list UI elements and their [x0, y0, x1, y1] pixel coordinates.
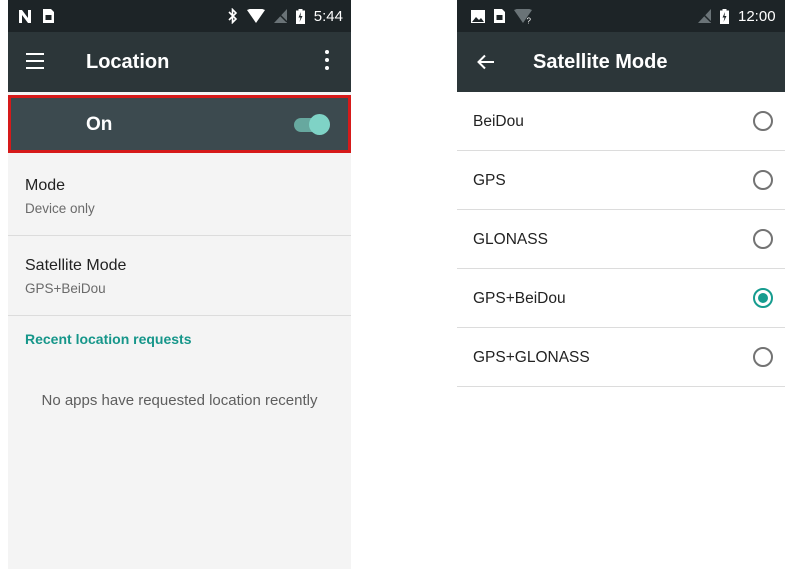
option-gps-beidou[interactable]: GPS+BeiDou	[457, 269, 785, 328]
radio-button[interactable]	[753, 111, 773, 131]
n-logo-icon	[19, 9, 31, 23]
option-label: BeiDou	[473, 113, 524, 130]
mode-title: Mode	[25, 177, 66, 194]
mode-preference[interactable]: Mode Device only	[8, 156, 351, 236]
option-beidou[interactable]: BeiDou	[457, 92, 785, 151]
image-icon	[471, 9, 485, 23]
option-glonass[interactable]: GLONASS	[457, 210, 785, 269]
option-label: GPS	[473, 172, 506, 189]
location-toggle[interactable]	[294, 114, 330, 135]
radio-button[interactable]	[753, 170, 773, 190]
no-sim-icon	[698, 9, 711, 23]
bluetooth-icon	[228, 8, 237, 24]
option-gps-glonass[interactable]: GPS+GLONASS	[457, 328, 785, 387]
radio-button[interactable]	[753, 229, 773, 249]
notification-icons: ?	[471, 0, 534, 32]
option-label: GPS+GLONASS	[473, 349, 590, 366]
sim-card-icon	[43, 9, 54, 23]
page-title: Satellite Mode	[533, 50, 668, 73]
recent-requests-header: Recent location requests	[25, 331, 192, 347]
no-sim-icon	[273, 9, 287, 23]
option-label: GPS+BeiDou	[473, 290, 566, 307]
back-arrow-icon[interactable]	[477, 54, 495, 70]
battery-charging-icon	[295, 8, 305, 24]
system-status-icons: 12:00	[698, 0, 776, 32]
toolbar: Satellite Mode	[457, 32, 785, 92]
wifi-icon	[246, 9, 265, 23]
option-label: GLONASS	[473, 231, 548, 248]
page-title: Location	[86, 50, 170, 73]
location-master-switch-bar[interactable]: On	[8, 95, 351, 153]
sim-card-icon	[494, 9, 505, 23]
radio-button[interactable]	[753, 347, 773, 367]
satellite-mode-screen: ? 12:00 Satellite Mode BeiDou GPS GLONAS…	[457, 0, 785, 569]
option-gps[interactable]: GPS	[457, 151, 785, 210]
satellite-mode-summary: GPS+BeiDou	[25, 281, 106, 296]
status-bar: 5:44	[8, 0, 351, 32]
battery-charging-icon	[720, 8, 729, 24]
toolbar: Location	[8, 32, 351, 92]
system-status-icons: 5:44	[228, 0, 343, 32]
satellite-mode-preference[interactable]: Satellite Mode GPS+BeiDou	[8, 236, 351, 316]
status-bar: ? 12:00	[457, 0, 785, 32]
mode-summary: Device only	[25, 201, 95, 216]
master-switch-label: On	[86, 114, 113, 135]
satellite-mode-title: Satellite Mode	[25, 257, 127, 274]
toggle-thumb	[309, 114, 330, 135]
empty-state-message: No apps have requested location recently	[41, 392, 318, 409]
location-screen: 5:44 Location On Mode Device only Satell…	[8, 0, 351, 569]
notification-icons	[19, 0, 54, 32]
menu-icon[interactable]	[26, 53, 44, 69]
clock: 12:00	[738, 7, 776, 25]
wifi-unknown-icon: ?	[514, 8, 532, 24]
svg-text:?: ?	[527, 16, 532, 24]
clock: 5:44	[313, 7, 343, 25]
radio-button-selected[interactable]	[753, 288, 773, 308]
more-options-icon[interactable]	[325, 50, 329, 72]
